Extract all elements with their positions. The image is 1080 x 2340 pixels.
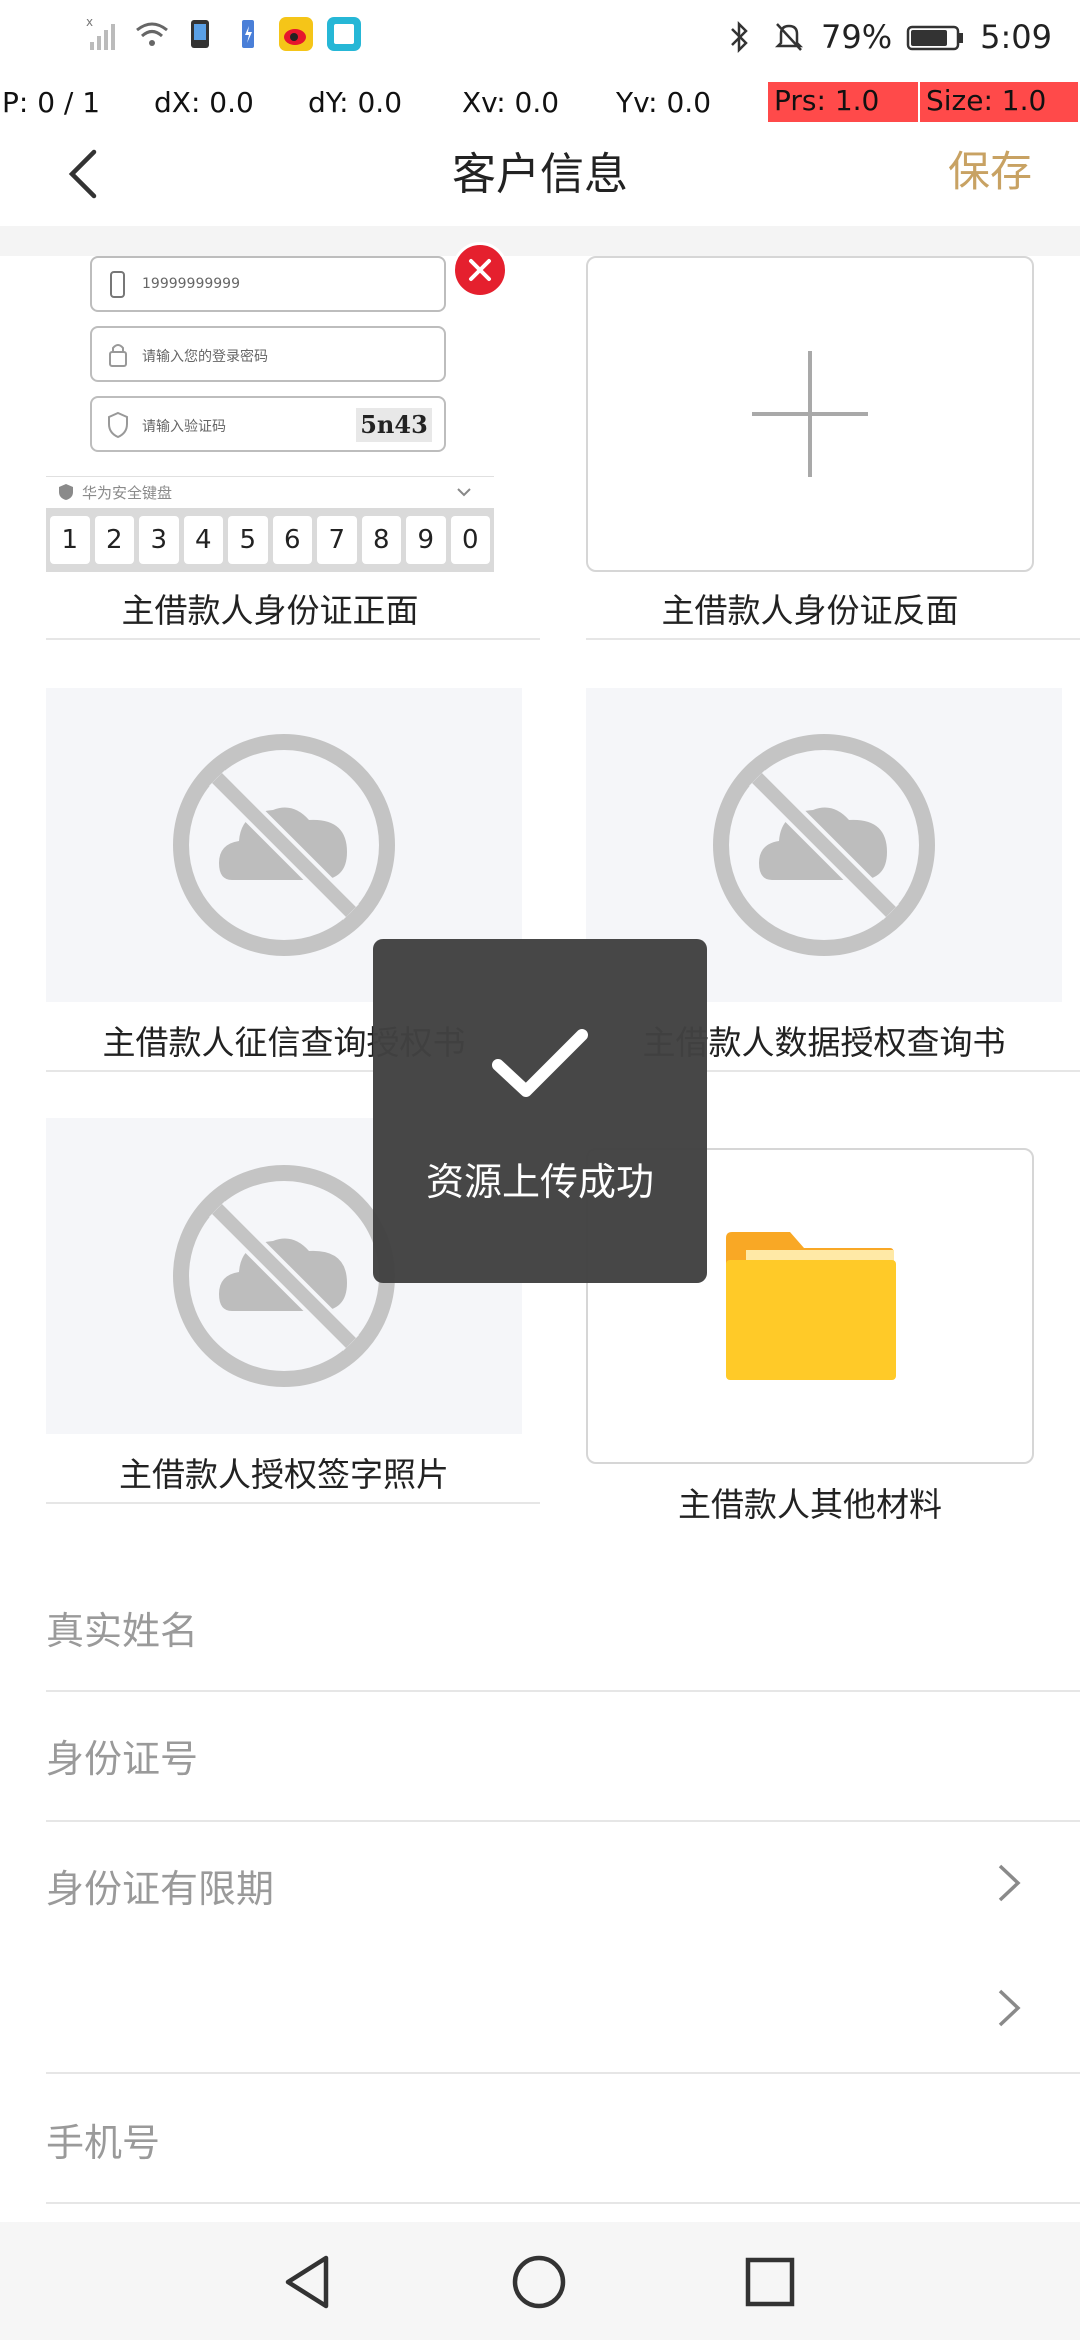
- upload-success-toast: 资源上传成功: [373, 939, 707, 1283]
- divider: [46, 2202, 1080, 2204]
- divider: [46, 1690, 1080, 1692]
- thumb-phone-field: 19999999999: [90, 256, 446, 312]
- triangle-back-icon: [285, 2255, 329, 2309]
- wifi-icon: [134, 16, 170, 52]
- nav-back-button[interactable]: [274, 2250, 344, 2314]
- divider: [586, 638, 1080, 640]
- thumb-key: 9: [406, 516, 446, 564]
- phone-field[interactable]: 手机号: [46, 2112, 160, 2167]
- image-unavailable-icon: [173, 1165, 395, 1387]
- id-validity-field[interactable]: 身份证有限期: [46, 1858, 274, 1913]
- chevron-right-icon: [998, 1864, 1021, 1902]
- weibo-icon: [278, 16, 314, 52]
- debug-pressure: Prs: 1.0: [768, 82, 918, 122]
- pointer-location-overlay: P: 0 / 1 dX: 0.0 dY: 0.0 Xv: 0.0 Yv: 0.0…: [0, 82, 1080, 126]
- real-name-field[interactable]: 真实姓名: [46, 1600, 198, 1655]
- battery-percent: 79%: [821, 18, 893, 56]
- upload-thumbnail-id-front[interactable]: 19999999999 请输入您的登录密码 请输入验证码 5n43 华为安全键盘…: [46, 256, 494, 572]
- divider: [46, 1820, 1080, 1822]
- svg-text:x: x: [86, 16, 93, 29]
- square-recents-icon: [745, 2257, 795, 2307]
- reader-app-icon: [326, 16, 362, 52]
- image-unavailable-icon: [173, 734, 395, 956]
- chevron-right-icon: [998, 1989, 1021, 2027]
- debug-size: Size: 1.0: [920, 82, 1078, 122]
- app-header: 客户信息 保存: [0, 126, 1080, 226]
- lock-icon: [109, 344, 127, 367]
- secure-keyboard-icon: [59, 484, 73, 500]
- upload-tile-id-back[interactable]: [586, 256, 1034, 572]
- thumb-code-field: 请输入验证码 5n43: [90, 396, 446, 452]
- thumb-key: 5: [228, 516, 268, 564]
- save-button[interactable]: 保存: [948, 138, 1032, 199]
- thumb-key: 3: [139, 516, 179, 564]
- plus-icon: [752, 351, 868, 477]
- thumb-keyboard-title: 华为安全键盘: [82, 484, 173, 502]
- thumb-password-field: 请输入您的登录密码: [90, 326, 446, 382]
- thumb-password-placeholder: 请输入您的登录密码: [142, 349, 268, 365]
- upload-label-id-front: 主借款人身份证正面: [121, 591, 419, 630]
- page-title: 客户信息: [452, 149, 628, 200]
- upload-label-signature-photo: 主借款人授权签字照片: [119, 1455, 449, 1494]
- battery-saver-icon: [230, 16, 266, 52]
- upload-label-id-back: 主借款人身份证反面: [661, 591, 959, 630]
- thumb-captcha: 5n43: [356, 408, 432, 442]
- system-nav-bar: [0, 2222, 1080, 2340]
- thumb-key: 1: [50, 516, 90, 564]
- debug-pointer-count: P: 0 / 1: [2, 86, 101, 119]
- checkmark-icon: [492, 1029, 588, 1097]
- close-icon: [469, 259, 491, 281]
- thumb-key: 2: [94, 516, 134, 564]
- thumb-code-placeholder: 请输入验证码: [142, 419, 226, 435]
- divider: [46, 1502, 540, 1504]
- status-icons-left: x: [86, 16, 362, 52]
- thumb-key: 8: [361, 516, 401, 564]
- chevron-down-icon: [457, 488, 471, 497]
- thumb-number-keys: 1 2 3 4 5 6 7 8 9 0: [46, 508, 494, 572]
- image-unavailable-icon: [713, 734, 935, 956]
- thumb-key: 4: [183, 516, 223, 564]
- clock: 5:09: [980, 18, 1052, 56]
- debug-dx: dX: 0.0: [154, 86, 254, 119]
- header-divider: [0, 226, 1080, 256]
- phone-icon: [110, 271, 125, 298]
- thumb-keyboard-bar: 华为安全键盘: [46, 476, 494, 507]
- upload-label-other-materials: 主借款人其他材料: [678, 1485, 942, 1524]
- thumb-key: 6: [272, 516, 312, 564]
- thumb-phone-value: 19999999999: [142, 276, 240, 292]
- status-icons-right: 79% 5:09: [721, 18, 1052, 56]
- toast-message: 资源上传成功: [425, 1160, 654, 1204]
- circle-home-icon: [512, 2255, 566, 2309]
- nav-home-button[interactable]: [504, 2250, 574, 2314]
- shield-icon: [108, 411, 128, 439]
- signal-off-icon: x: [86, 16, 122, 52]
- mute-icon: [771, 19, 807, 55]
- battery-icon: [906, 19, 966, 55]
- folder-icon: [726, 1232, 896, 1380]
- remove-image-button[interactable]: [452, 242, 508, 298]
- bluetooth-icon: [721, 19, 757, 55]
- id-number-field[interactable]: 身份证号: [46, 1728, 198, 1783]
- thumb-key: 7: [317, 516, 357, 564]
- nav-recents-button[interactable]: [734, 2250, 804, 2314]
- thumb-key: 0: [450, 516, 490, 564]
- debug-yv: Yv: 0.0: [616, 86, 712, 119]
- divider: [46, 2072, 1080, 2074]
- status-bar: x 79% 5:09: [0, 0, 1080, 80]
- debug-dy: dY: 0.0: [308, 86, 403, 119]
- id-validity-end-field[interactable]: [46, 1950, 1080, 2030]
- debug-xv: Xv: 0.0: [462, 86, 560, 119]
- divider: [46, 638, 540, 640]
- nfc-icon: [182, 16, 218, 52]
